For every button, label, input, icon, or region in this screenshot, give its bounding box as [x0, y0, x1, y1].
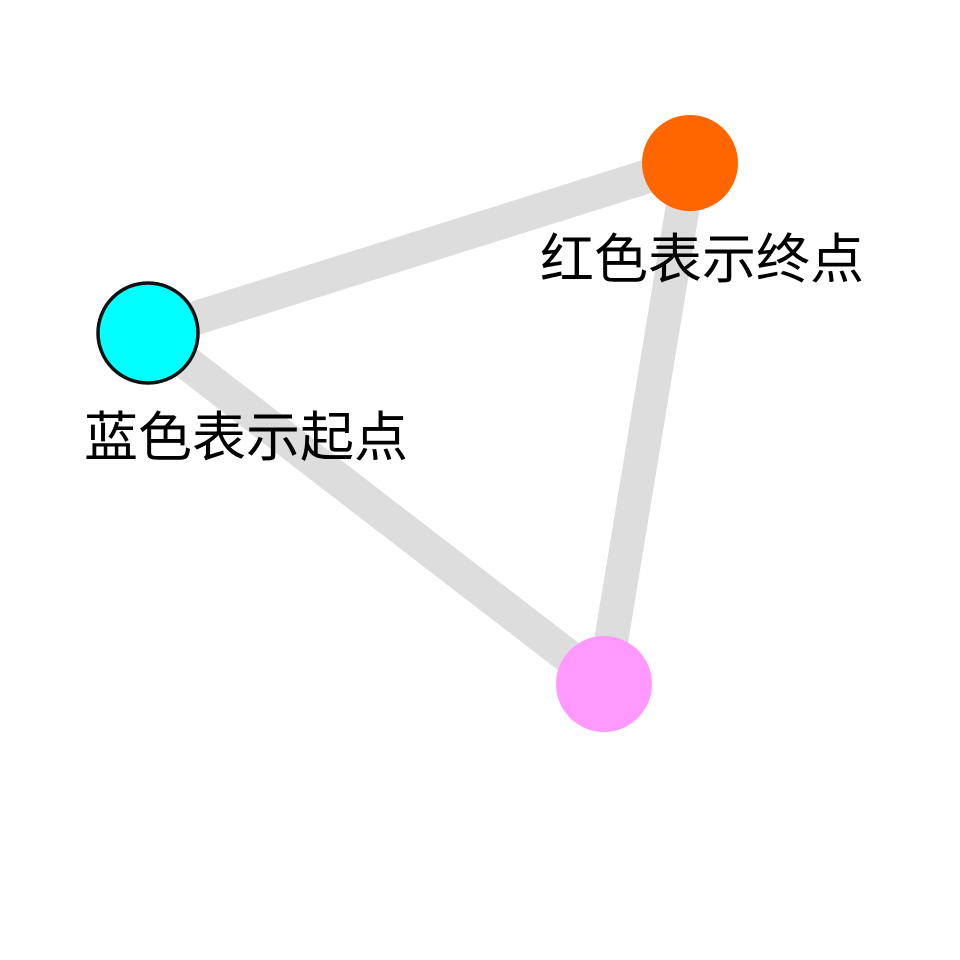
- node-start: [96, 281, 200, 385]
- labels-layer: 蓝色表示起点 红色表示终点: [84, 228, 864, 469]
- edge-start-middle: [137, 319, 615, 698]
- network-diagram: 蓝色表示起点 红色表示终点: [84, 115, 864, 732]
- node-end-label: 红色表示终点: [540, 228, 864, 291]
- node-middle: [556, 636, 652, 732]
- node-start-label: 蓝色表示起点: [84, 406, 408, 469]
- node-end: [642, 115, 738, 211]
